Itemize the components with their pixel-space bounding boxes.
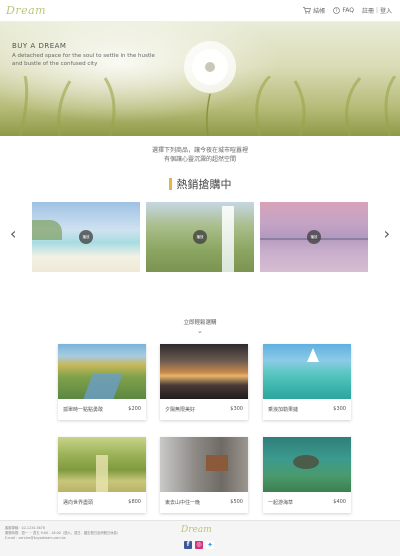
product-name: 乘浪加勒果鏈 xyxy=(268,407,299,413)
question-icon: ? xyxy=(333,7,341,14)
instagram-icon[interactable]: ◎ xyxy=(195,541,203,549)
product-price: $300 xyxy=(333,406,346,412)
hot-sale-heading: 熱銷搶購中 xyxy=(0,176,400,192)
facebook-icon[interactable]: f xyxy=(184,541,192,549)
cart-label: 結帳 xyxy=(313,8,326,15)
product-image-sea-turtle xyxy=(263,437,351,492)
hero-banner: BUY A DREAM A detached space for the sou… xyxy=(0,22,400,136)
product-image-cliff-house xyxy=(160,437,248,492)
hot-sale-carousel: ‹ 播放 播放 播放 › xyxy=(0,202,400,272)
waterfall-stream xyxy=(222,206,234,272)
hot-sale-title: 熱銷搶購中 xyxy=(176,178,232,191)
product-name: 一起游海草 xyxy=(268,500,294,506)
faq-label: FAQ xyxy=(342,7,354,14)
hero-title: BUY A DREAM xyxy=(12,42,67,50)
heading-accent-bar xyxy=(168,178,172,190)
beach-island xyxy=(32,220,62,240)
product-price: $800 xyxy=(128,499,141,505)
product-price: $200 xyxy=(128,406,141,412)
intro-line-2: 有個讓心靈沉澱的超然空間 xyxy=(163,156,236,163)
carousel-slide-waterfall[interactable]: 播放 xyxy=(146,202,254,272)
turtle-shape xyxy=(293,455,319,469)
footer-contact-info: 客服專線：02-1234-5678 服務時間：週一 ~ 週五 9:00 - 18… xyxy=(5,526,120,541)
alley-path xyxy=(96,455,108,492)
intro-text: 選擇下列商品，讓今夜在城市喧囂裡 有個讓心靈沉澱的超然空間 xyxy=(0,146,400,164)
footer-logo: Dream xyxy=(181,525,212,535)
chevron-down-icon[interactable]: ⌄ xyxy=(197,327,203,335)
product-card[interactable]: 一起游海草 $400 xyxy=(263,437,351,513)
product-name: 孤單時一點點勇敢 xyxy=(63,407,104,413)
sail-shape xyxy=(307,348,319,362)
product-card[interactable]: 東去山中住一晚 $500 xyxy=(160,437,248,513)
product-image-sunset xyxy=(160,344,248,399)
carousel-next-arrow-icon[interactable]: › xyxy=(384,224,390,243)
product-name: 夕陽無限美好 xyxy=(165,407,196,413)
play-button[interactable]: 播放 xyxy=(307,230,321,244)
top-nav: 結帳 ? FAQ 註冊 | 登入 xyxy=(303,6,392,15)
play-button[interactable]: 播放 xyxy=(79,230,93,244)
twitter-icon[interactable]: ✦ xyxy=(206,541,214,549)
product-image-tree-alley xyxy=(58,437,146,492)
product-card[interactable]: 孤單時一點點勇敢 $200 xyxy=(58,344,146,420)
product-card[interactable]: 夕陽無限美好 $300 xyxy=(160,344,248,420)
intro-line-1: 選擇下列商品，讓今夜在城市喧囂裡 xyxy=(151,147,248,154)
nav-separator: | xyxy=(375,7,378,14)
valley-river xyxy=(83,374,123,399)
product-card[interactable]: 乘浪加勒果鏈 $300 xyxy=(263,344,351,420)
product-card[interactable]: 邁向世界盡頭 $800 xyxy=(58,437,146,513)
footer: 客服專線：02-1234-5678 服務時間：週一 ~ 週五 9:00 - 18… xyxy=(0,520,400,556)
auth-links: 註冊 | 登入 xyxy=(362,6,392,15)
logo[interactable]: Dream xyxy=(6,4,46,17)
carousel-slide-lake[interactable]: 播放 xyxy=(260,202,368,272)
product-image-valley xyxy=(58,344,146,399)
product-name: 東去山中住一晚 xyxy=(165,500,201,506)
faq-link[interactable]: ? FAQ xyxy=(333,7,354,14)
social-links: f ◎ ✦ xyxy=(184,541,214,549)
carousel-prev-arrow-icon[interactable]: ‹ xyxy=(10,224,16,243)
cliff-house-shape xyxy=(206,455,228,471)
product-image-sailboat xyxy=(263,344,351,399)
login-link[interactable]: 登入 xyxy=(380,6,392,15)
product-name: 邁向世界盡頭 xyxy=(63,500,94,506)
product-price: $300 xyxy=(230,406,243,412)
hero-subtitle: A detached space for the soul to settle … xyxy=(12,53,155,67)
dandelion-icon xyxy=(184,41,236,93)
product-price: $400 xyxy=(333,499,346,505)
cart-icon xyxy=(303,7,312,14)
top-header: Dream 結帳 ? FAQ 註冊 | 登入 xyxy=(0,0,400,22)
footer-info-line: E-mail：service@buyadream.com.tw xyxy=(5,536,66,540)
register-link[interactable]: 註冊 xyxy=(362,6,374,15)
play-button[interactable]: 播放 xyxy=(193,230,207,244)
carousel-slide-beach[interactable]: 播放 xyxy=(32,202,140,272)
scroll-hint: 立即輕鬆選購 xyxy=(183,320,217,326)
product-price: $500 xyxy=(230,499,243,505)
cart-link[interactable]: 結帳 xyxy=(303,6,325,15)
